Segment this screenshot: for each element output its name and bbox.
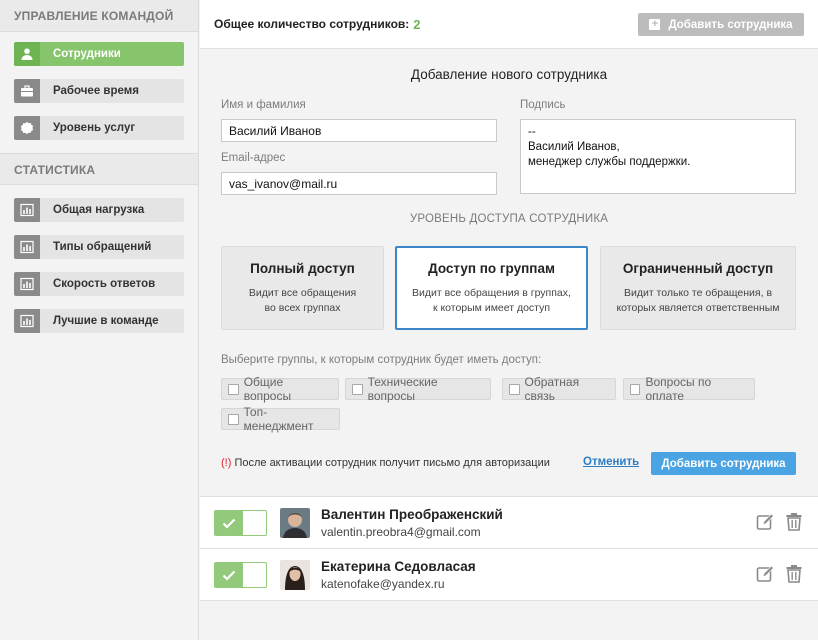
avatar bbox=[280, 508, 310, 538]
groups-label: Выберите группы, к которым сотрудник буд… bbox=[221, 354, 542, 366]
team-section-header: Управление командой bbox=[0, 0, 198, 32]
user-icon bbox=[14, 42, 40, 66]
trash-icon[interactable] bbox=[785, 512, 805, 532]
checkbox-icon bbox=[228, 413, 239, 425]
sidebar-item-request-types[interactable]: Типы обращений bbox=[14, 235, 184, 259]
checkbox-icon bbox=[509, 383, 520, 395]
list-item: Екатерина Седовласая katenofake@yandex.r… bbox=[200, 549, 818, 601]
group-label: Технические вопросы bbox=[367, 375, 438, 403]
badge-icon bbox=[14, 116, 40, 140]
cancel-link[interactable]: Отменить bbox=[583, 456, 639, 468]
sidebar-item-label: Типы обращений bbox=[53, 241, 152, 253]
employee-name: Валентин Преображенский bbox=[321, 507, 503, 522]
new-employee-form: Добавление нового сотрудника Имя и фамил… bbox=[200, 0, 818, 496]
group-checkbox-feedback[interactable]: Обратная связь bbox=[502, 375, 616, 403]
signature-line: Василий Иванов, bbox=[528, 141, 620, 153]
sidebar-item-label: Скорость ответов bbox=[53, 278, 156, 290]
sidebar-item-employees[interactable]: Сотрудники bbox=[14, 42, 184, 66]
add-employee-submit-button[interactable]: Добавить сотрудника bbox=[651, 452, 796, 475]
edit-icon[interactable] bbox=[756, 512, 776, 532]
employee-list: Валентин Преображенский valentin.preobra… bbox=[200, 496, 818, 601]
checkbox-icon bbox=[630, 383, 641, 395]
access-card-desc-line: во всех группах bbox=[264, 302, 341, 314]
access-card-desc: Видит все обращения в группах, к которым… bbox=[397, 286, 586, 316]
sidebar-item-label: Уровень услуг bbox=[53, 122, 136, 134]
access-card-desc-line: которых является ответственным bbox=[616, 302, 780, 314]
employee-email: valentin.preobra4@gmail.com bbox=[321, 525, 481, 539]
group-label: Обратная связь bbox=[524, 375, 580, 403]
sidebar-item-label: Сотрудники bbox=[53, 48, 121, 60]
active-toggle[interactable] bbox=[214, 510, 267, 536]
bar-chart-icon bbox=[14, 198, 40, 222]
checkbox-icon bbox=[228, 383, 239, 395]
access-card-title: Доступ по группам bbox=[428, 261, 555, 276]
list-item: Валентин Преображенский valentin.preobra… bbox=[200, 497, 818, 549]
sidebar-item-label: Лучшие в команде bbox=[53, 315, 159, 327]
briefcase-icon bbox=[14, 79, 40, 103]
sidebar-item-service-level[interactable]: Уровень услуг bbox=[14, 116, 184, 140]
active-toggle[interactable] bbox=[214, 562, 267, 588]
access-card-full[interactable]: Полный доступ Видит все обращения во все… bbox=[221, 246, 384, 330]
signature-line: менеджер службы поддержки. bbox=[528, 156, 691, 168]
group-checkbox-technical[interactable]: Технические вопросы bbox=[345, 375, 491, 403]
access-card-desc-line: Видит только те обращения, в bbox=[623, 287, 773, 299]
sidebar-item-label: Рабочее время bbox=[53, 85, 139, 97]
trash-icon[interactable] bbox=[785, 564, 805, 584]
bar-chart-icon bbox=[14, 309, 40, 333]
checkbox-icon bbox=[352, 383, 363, 395]
avatar bbox=[280, 560, 310, 590]
access-card-title: Полный доступ bbox=[250, 261, 355, 276]
sidebar-item-work-time[interactable]: Рабочее время bbox=[14, 79, 184, 103]
signature-label: Подпись bbox=[520, 99, 566, 111]
name-input[interactable] bbox=[221, 119, 497, 142]
form-title: Добавление нового сотрудника bbox=[410, 67, 608, 82]
signature-textarea[interactable]: -- Василий Иванов, менеджер службы подде… bbox=[520, 119, 796, 194]
access-card-desc-line: к которым имеет доступ bbox=[432, 302, 551, 314]
access-card-limited[interactable]: Ограниченный доступ Видит только те обра… bbox=[600, 246, 796, 330]
warning-mark: (!) bbox=[221, 457, 232, 469]
access-card-desc-line: Видит все обращения bbox=[248, 287, 357, 299]
main-panel: Общее количество сотрудников: 2 + Добави… bbox=[200, 0, 818, 640]
bar-chart-icon bbox=[14, 235, 40, 259]
stats-section-header: Статистика bbox=[0, 153, 198, 185]
sidebar-item-response-speed[interactable]: Скорость ответов bbox=[14, 272, 184, 296]
bar-chart-icon bbox=[14, 272, 40, 296]
access-card-title: Ограниченный доступ bbox=[622, 261, 774, 276]
sidebar-item-best-in-team[interactable]: Лучшие в команде bbox=[14, 309, 184, 333]
employee-name: Екатерина Седовласая bbox=[321, 559, 476, 574]
check-icon bbox=[215, 563, 243, 587]
edit-icon[interactable] bbox=[756, 564, 776, 584]
sidebar-item-label: Общая нагрузка bbox=[53, 204, 145, 216]
group-checkbox-general[interactable]: Общие вопросы bbox=[221, 375, 339, 403]
group-checkbox-top-management[interactable]: Топ-менеджмент bbox=[221, 405, 340, 433]
access-card-desc-line: Видит все обращения в группах, bbox=[412, 287, 571, 299]
sidebar: Управление командой Сотрудники Рабочее в… bbox=[0, 0, 199, 640]
access-card-desc: Видит все обращения во всех группах bbox=[222, 286, 383, 316]
group-label: Общие вопросы bbox=[243, 375, 292, 403]
employee-email: katenofake@yandex.ru bbox=[321, 577, 445, 591]
email-input[interactable] bbox=[221, 172, 497, 195]
access-card-by-groups[interactable]: Доступ по группам Видит все обращения в … bbox=[395, 246, 588, 330]
group-label: Вопросы по оплате bbox=[645, 375, 712, 403]
access-level-title: Уровень доступа сотрудника bbox=[409, 213, 609, 225]
email-label: Email-адрес bbox=[221, 152, 286, 164]
check-icon bbox=[215, 511, 243, 535]
group-label: Топ-менеджмент bbox=[243, 405, 314, 433]
warning-text: После активации сотрудник получит письмо… bbox=[234, 457, 550, 469]
activation-warning: (!) После активации сотрудник получит пи… bbox=[221, 457, 550, 469]
signature-line: -- bbox=[528, 126, 536, 138]
sidebar-item-total-load[interactable]: Общая нагрузка bbox=[14, 198, 184, 222]
name-label: Имя и фамилия bbox=[221, 99, 306, 111]
group-checkbox-payment[interactable]: Вопросы по оплате bbox=[623, 375, 755, 403]
access-card-desc: Видит только те обращения, в которых явл… bbox=[601, 286, 795, 316]
